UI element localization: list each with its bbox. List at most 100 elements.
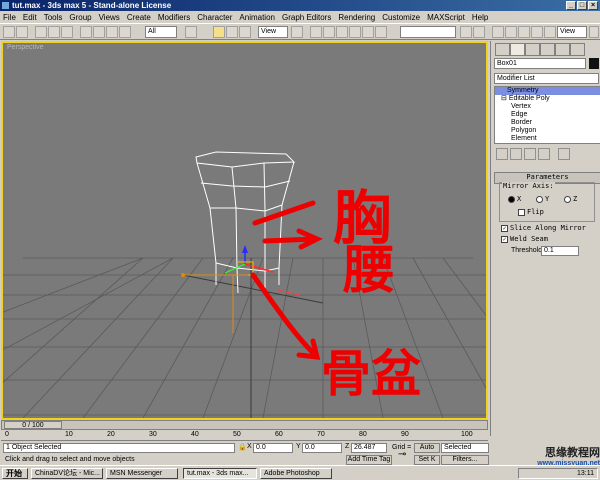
axis-y-radio[interactable]: Y <box>536 195 549 203</box>
render-view-dropdown[interactable]: View <box>557 26 587 38</box>
menu-character[interactable]: Character <box>197 13 232 22</box>
render-last-icon[interactable] <box>589 26 599 38</box>
close-button[interactable]: × <box>588 1 598 10</box>
threshold-spinner[interactable]: 0.1 <box>541 246 579 256</box>
hierarchy-tab-icon[interactable] <box>525 43 540 56</box>
stack-item-polygon[interactable]: Polygon <box>495 127 600 135</box>
angle-snap-icon[interactable] <box>336 26 348 38</box>
taskbar-item-photoshop[interactable]: Adobe Photoshop <box>260 468 332 479</box>
quick-render-icon[interactable] <box>544 26 556 38</box>
named-selection-dropdown[interactable] <box>400 26 456 38</box>
maximize-button[interactable]: □ <box>577 1 587 10</box>
remove-modifier-icon[interactable] <box>538 148 550 160</box>
utilities-tab-icon[interactable] <box>570 43 585 56</box>
menu-modifiers[interactable]: Modifiers <box>158 13 190 22</box>
menu-file[interactable]: File <box>3 13 16 22</box>
schematic-view-icon[interactable] <box>505 26 517 38</box>
spinner-snap-icon[interactable] <box>362 26 374 38</box>
scale-icon[interactable] <box>239 26 251 38</box>
snap-icon[interactable] <box>323 26 335 38</box>
viewport-scene: 胸 腰 骨盆 <box>3 151 486 418</box>
perspective-viewport[interactable]: Perspective 胸 腰 骨盆 <box>1 41 488 420</box>
track-bar[interactable]: 0 10 20 30 40 50 60 70 80 90 100 <box>1 431 488 441</box>
stack-item-edge[interactable]: Edge <box>495 111 600 119</box>
render-scene-icon[interactable] <box>531 26 543 38</box>
y-coordinate-field[interactable]: 0.0 <box>302 443 342 453</box>
edit-named-sel-icon[interactable] <box>375 26 387 38</box>
stack-item-editable-poly[interactable]: ⊟ Editable Poly <box>495 95 600 103</box>
unlink-icon[interactable] <box>48 26 60 38</box>
key-filters-button[interactable]: Filters... <box>441 455 489 465</box>
taskbar-item-3dsmax[interactable]: tut.max - 3ds max... <box>183 468 257 479</box>
key-filter-dropdown[interactable]: Selected <box>441 443 489 453</box>
percent-snap-icon[interactable] <box>349 26 361 38</box>
axis-z-radio[interactable]: Z <box>564 195 577 203</box>
menu-animation[interactable]: Animation <box>239 13 275 22</box>
pin-stack-icon[interactable] <box>496 148 508 160</box>
select-by-name-icon[interactable] <box>93 26 105 38</box>
taskbar-item-msn[interactable]: MSN Messenger <box>106 468 178 479</box>
weld-seam-checkbox[interactable]: ✓ Weld Seam <box>501 235 548 243</box>
menu-edit[interactable]: Edit <box>23 13 37 22</box>
material-editor-icon[interactable] <box>518 26 530 38</box>
selection-filter-dropdown[interactable]: All <box>145 26 177 38</box>
move-icon[interactable] <box>213 26 225 38</box>
stack-item-symmetry[interactable]: Symmetry <box>495 87 600 95</box>
menu-views[interactable]: Views <box>99 13 120 22</box>
motion-tab-icon[interactable] <box>540 43 555 56</box>
auto-key-button[interactable]: Auto <box>414 443 440 453</box>
menu-rendering[interactable]: Rendering <box>338 13 375 22</box>
x-coordinate-field[interactable]: 0.0 <box>253 443 293 453</box>
reference-coord-dropdown[interactable]: View <box>258 26 288 38</box>
window-crossing-icon[interactable] <box>119 26 131 38</box>
key-icon[interactable]: ⊸ <box>398 449 406 460</box>
mirror-icon[interactable] <box>460 26 472 38</box>
add-time-tag-button[interactable]: Add Time Tag <box>346 455 392 465</box>
modifier-list-dropdown[interactable]: Modifier List <box>494 73 599 84</box>
select-icon[interactable] <box>80 26 92 38</box>
manipulate-icon[interactable] <box>310 26 322 38</box>
display-tab-icon[interactable] <box>555 43 570 56</box>
stack-item-vertex[interactable]: Vertex <box>495 103 600 111</box>
time-slider[interactable]: 0 / 100 <box>1 420 488 430</box>
menu-tools[interactable]: Tools <box>44 13 63 22</box>
curve-editor-icon[interactable] <box>492 26 504 38</box>
show-end-result-icon[interactable] <box>510 148 522 160</box>
menu-graph-editors[interactable]: Graph Editors <box>282 13 331 22</box>
rotate-icon[interactable] <box>226 26 238 38</box>
menu-maxscript[interactable]: MAXScript <box>427 13 465 22</box>
pivot-center-icon[interactable] <box>291 26 303 38</box>
flip-checkbox[interactable]: Flip <box>518 208 544 216</box>
tick-label: 50 <box>233 431 241 438</box>
create-tab-icon[interactable] <box>495 43 510 56</box>
lock-selection-icon[interactable]: 🔒 <box>238 443 247 451</box>
menu-help[interactable]: Help <box>472 13 488 22</box>
menu-group[interactable]: Group <box>69 13 91 22</box>
modify-tab-icon[interactable] <box>510 43 525 56</box>
minimize-button[interactable]: _ <box>566 1 576 10</box>
slice-along-mirror-checkbox[interactable]: ✓ Slice Along Mirror <box>501 224 586 232</box>
align-icon[interactable] <box>473 26 485 38</box>
main-toolbar: All View View <box>0 23 600 40</box>
menu-create[interactable]: Create <box>127 13 151 22</box>
rect-region-icon[interactable] <box>106 26 118 38</box>
object-name-field[interactable]: Box01 <box>494 58 586 69</box>
link-icon[interactable] <box>35 26 47 38</box>
stack-item-border[interactable]: Border <box>495 119 600 127</box>
menu-customize[interactable]: Customize <box>382 13 420 22</box>
z-coordinate-field[interactable]: 26.487 <box>351 443 387 453</box>
redo-icon[interactable] <box>16 26 28 38</box>
modifier-stack[interactable]: Symmetry ⊟ Editable Poly Vertex Edge Bor… <box>494 86 600 144</box>
select-object-icon[interactable] <box>185 26 197 38</box>
configure-sets-icon[interactable] <box>558 148 570 160</box>
stack-item-element[interactable]: Element <box>495 135 600 143</box>
time-slider-thumb[interactable]: 0 / 100 <box>4 421 62 429</box>
object-color-swatch[interactable] <box>589 58 599 69</box>
axis-x-radio[interactable]: X <box>508 195 521 203</box>
set-key-button[interactable]: Set K <box>414 455 440 465</box>
make-unique-icon[interactable] <box>524 148 536 160</box>
bind-space-warp-icon[interactable] <box>61 26 73 38</box>
start-button[interactable]: 开始 <box>2 468 28 479</box>
taskbar-item-chinadv[interactable]: ChinaDV论坛 - Mic... <box>31 468 103 479</box>
undo-icon[interactable] <box>3 26 15 38</box>
